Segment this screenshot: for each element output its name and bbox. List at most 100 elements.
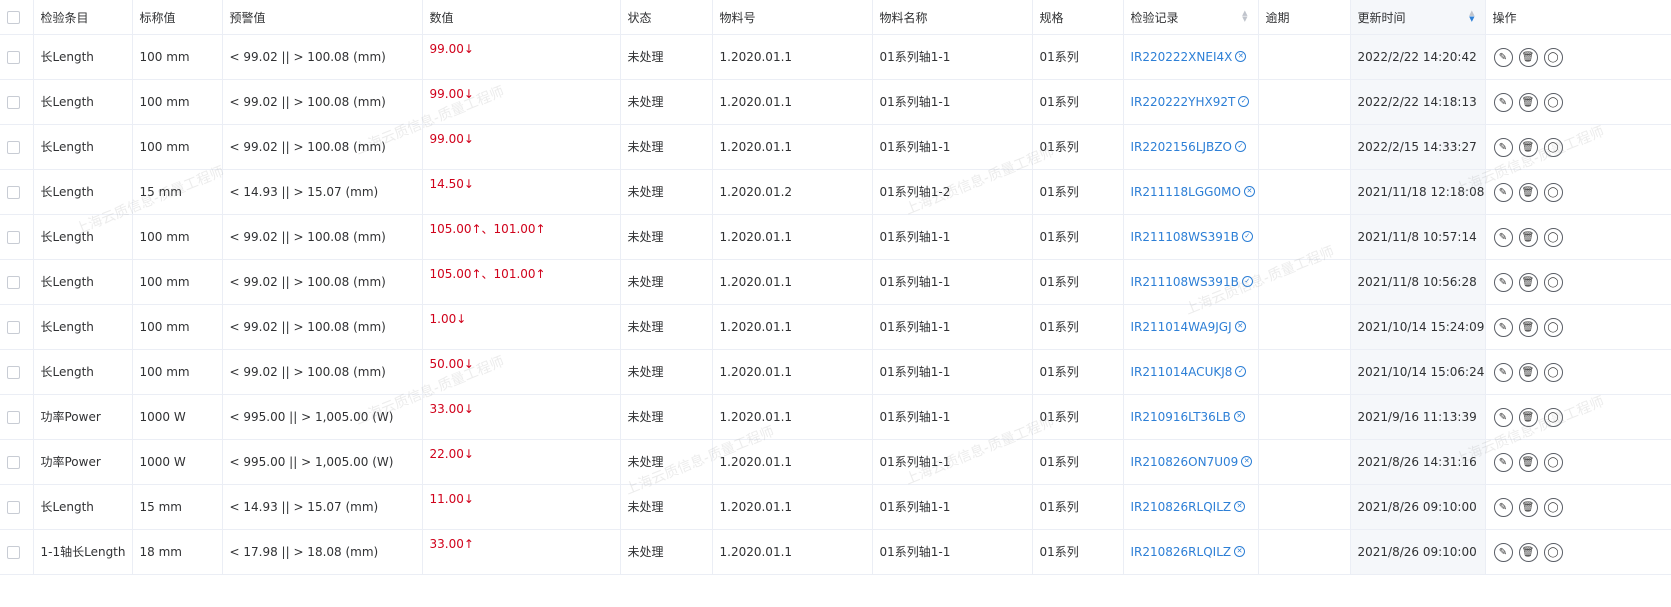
select-all-checkbox[interactable] [7, 11, 20, 24]
cell-record[interactable]: IR220222YHX92T ✓ [1123, 79, 1259, 125]
table-row[interactable]: 1-1轴长Length 18 mm < 17.98 || > 18.08 (mm) 3… [0, 529, 1671, 575]
delete-button[interactable]: 🗑 [1518, 273, 1538, 292]
delete-button[interactable]: 🗑 [1518, 138, 1538, 157]
more-button[interactable]: ◯ [1543, 408, 1563, 427]
record-link[interactable]: IR211014ACUKJ8 [1131, 365, 1233, 379]
record-link[interactable]: IR210826ON7U09 [1131, 455, 1239, 469]
edit-button[interactable]: ✎ [1493, 273, 1513, 292]
delete-button[interactable]: 🗑 [1518, 453, 1538, 472]
cell-record[interactable]: IR211118LGG0MO ✕ [1123, 169, 1259, 215]
row-select-cell[interactable] [0, 304, 34, 350]
table-row[interactable]: 长Length 15 mm < 14.93 || > 15.07 (mm) 14.50… [0, 169, 1671, 215]
record-link[interactable]: IR2202156LJBZO [1131, 140, 1232, 154]
row-select-cell[interactable] [0, 124, 34, 170]
edit-button[interactable]: ✎ [1493, 363, 1513, 382]
delete-button[interactable]: 🗑 [1518, 93, 1538, 112]
row-checkbox[interactable] [7, 51, 20, 64]
record-link[interactable]: IR211108WS391B [1131, 275, 1239, 289]
sort-desc-icon[interactable]: ▼ [1242, 15, 1247, 22]
cell-record[interactable]: IR210916LT36LB ✕ [1123, 394, 1259, 440]
delete-button[interactable]: 🗑 [1518, 318, 1538, 337]
row-checkbox[interactable] [7, 501, 20, 514]
more-button[interactable]: ◯ [1543, 363, 1563, 382]
row-checkbox[interactable] [7, 456, 20, 469]
row-select-cell[interactable] [0, 484, 34, 530]
cell-record[interactable]: IR220222XNEI4X ✕ [1123, 34, 1259, 80]
row-select-cell[interactable] [0, 529, 34, 575]
record-link[interactable]: IR211118LGG0MO [1131, 185, 1241, 199]
col-header-updated[interactable]: 更新时间 ▲ ▼ [1350, 0, 1486, 35]
record-link[interactable]: IR220222YHX92T [1131, 95, 1236, 109]
delete-button[interactable]: 🗑 [1518, 183, 1538, 202]
table-row[interactable]: 长Length 100 mm < 99.02 || > 100.08 (mm) 99.… [0, 79, 1671, 125]
edit-button[interactable]: ✎ [1493, 183, 1513, 202]
edit-button[interactable]: ✎ [1493, 498, 1513, 517]
delete-button[interactable]: 🗑 [1518, 228, 1538, 247]
record-link[interactable]: IR211014WA9JGJ [1131, 320, 1232, 334]
row-select-cell[interactable] [0, 439, 34, 485]
cell-record[interactable]: IR210826RLQILZ ✕ [1123, 484, 1259, 530]
table-row[interactable]: 长Length 100 mm < 99.02 || > 100.08 (mm) 99.… [0, 124, 1671, 170]
edit-button[interactable]: ✎ [1493, 228, 1513, 247]
col-header-record[interactable]: 检验记录 ▲ ▼ [1123, 0, 1259, 35]
table-row[interactable]: 长Length 15 mm < 14.93 || > 15.07 (mm) 11.00… [0, 484, 1671, 530]
edit-button[interactable]: ✎ [1493, 453, 1513, 472]
edit-button[interactable]: ✎ [1493, 138, 1513, 157]
sort-desc-icon[interactable]: ▼ [1469, 15, 1474, 22]
table-row[interactable]: 功率Power 1000 W < 995.00 || > 1,005.00 (W) 2… [0, 439, 1671, 485]
more-button[interactable]: ◯ [1543, 183, 1563, 202]
cell-record[interactable]: IR211108WS391B ✓ [1123, 259, 1259, 305]
more-button[interactable]: ◯ [1543, 318, 1563, 337]
select-all-cell[interactable] [0, 0, 34, 35]
edit-button[interactable]: ✎ [1493, 543, 1513, 562]
row-checkbox[interactable] [7, 321, 20, 334]
more-button[interactable]: ◯ [1543, 93, 1563, 112]
more-button[interactable]: ◯ [1543, 228, 1563, 247]
edit-button[interactable]: ✎ [1493, 408, 1513, 427]
row-checkbox[interactable] [7, 546, 20, 559]
record-link[interactable]: IR220222XNEI4X [1131, 50, 1233, 64]
more-button[interactable]: ◯ [1543, 138, 1563, 157]
edit-button[interactable]: ✎ [1493, 318, 1513, 337]
more-button[interactable]: ◯ [1543, 543, 1563, 562]
row-checkbox[interactable] [7, 141, 20, 154]
edit-button[interactable]: ✎ [1493, 48, 1513, 67]
row-checkbox[interactable] [7, 276, 20, 289]
row-checkbox[interactable] [7, 366, 20, 379]
edit-button[interactable]: ✎ [1493, 93, 1513, 112]
table-row[interactable]: 长Length 100 mm < 99.02 || > 100.08 (mm) 50.… [0, 349, 1671, 395]
table-row[interactable]: 功率Power 1000 W < 995.00 || > 1,005.00 (W) 3… [0, 394, 1671, 440]
more-button[interactable]: ◯ [1543, 273, 1563, 292]
row-select-cell[interactable] [0, 394, 34, 440]
more-button[interactable]: ◯ [1543, 453, 1563, 472]
cell-record[interactable]: IR211014WA9JGJ ✕ [1123, 304, 1259, 350]
more-button[interactable]: ◯ [1543, 498, 1563, 517]
record-link[interactable]: IR210916LT36LB [1131, 410, 1231, 424]
table-row[interactable]: 长Length 100 mm < 99.02 || > 100.08 (mm) 99.… [0, 34, 1671, 80]
cell-record[interactable]: IR211014ACUKJ8 ✓ [1123, 349, 1259, 395]
table-row[interactable]: 长Length 100 mm < 99.02 || > 100.08 (mm) 105… [0, 259, 1671, 305]
table-row[interactable]: 长Length 100 mm < 99.02 || > 100.08 (mm) 1.0… [0, 304, 1671, 350]
delete-button[interactable]: 🗑 [1518, 543, 1538, 562]
row-select-cell[interactable] [0, 34, 34, 80]
row-select-cell[interactable] [0, 214, 34, 260]
row-checkbox[interactable] [7, 186, 20, 199]
delete-button[interactable]: 🗑 [1518, 408, 1538, 427]
row-select-cell[interactable] [0, 349, 34, 395]
cell-record[interactable]: IR210826ON7U09 ✕ [1123, 439, 1259, 485]
record-link[interactable]: IR211108WS391B [1131, 230, 1239, 244]
record-sort-control[interactable]: ▲ ▼ [1242, 9, 1247, 22]
record-link[interactable]: IR210826RLQILZ [1131, 500, 1232, 514]
cell-record[interactable]: IR210826RLQILZ ✕ [1123, 529, 1259, 575]
row-select-cell[interactable] [0, 79, 34, 125]
row-checkbox[interactable] [7, 411, 20, 424]
delete-button[interactable]: 🗑 [1518, 48, 1538, 67]
row-select-cell[interactable] [0, 169, 34, 215]
updated-sort-control[interactable]: ▲ ▼ [1469, 9, 1474, 22]
row-checkbox[interactable] [7, 96, 20, 109]
cell-record[interactable]: IR211108WS391B ✓ [1123, 214, 1259, 260]
cell-record[interactable]: IR2202156LJBZO ✓ [1123, 124, 1259, 170]
row-checkbox[interactable] [7, 231, 20, 244]
more-button[interactable]: ◯ [1543, 48, 1563, 67]
row-select-cell[interactable] [0, 259, 34, 305]
